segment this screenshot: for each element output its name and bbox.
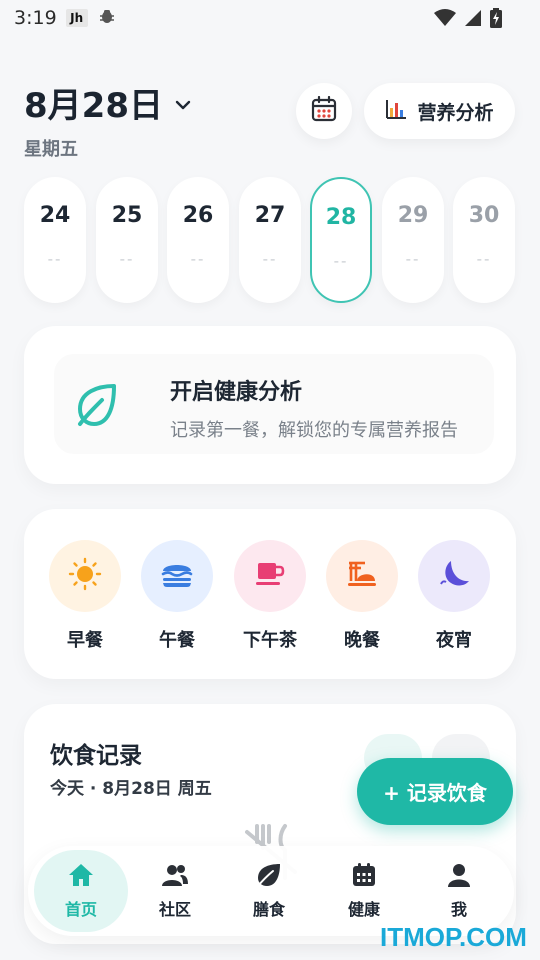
day-value: --: [405, 250, 421, 268]
date-selector[interactable]: 8月28日: [24, 78, 191, 127]
nav-label: 社区: [158, 900, 191, 919]
nav-label: 我: [450, 900, 467, 919]
day-value: --: [47, 250, 63, 268]
day-number: 24: [39, 203, 71, 228]
date-title: 8月28日: [24, 86, 163, 126]
bar-chart-icon: [385, 98, 407, 124]
meal-afternoon-tea[interactable]: 下午茶: [234, 540, 306, 652]
meal-label: 午餐: [159, 630, 195, 651]
bug-icon: [98, 7, 116, 29]
day-value: --: [262, 250, 278, 268]
nav-label: 首页: [64, 900, 97, 919]
home-icon: [67, 862, 95, 892]
calendar-button[interactable]: [296, 83, 352, 139]
watermark: ITMOP.COM: [380, 922, 527, 952]
record-food-fab[interactable]: + 记录饮食: [357, 758, 513, 825]
leaf-icon: [72, 382, 120, 432]
cup-icon: [253, 559, 287, 593]
food-record-date: 今天 · 8月28日 周五: [50, 779, 212, 799]
nav-home[interactable]: 首页: [34, 850, 128, 932]
signal-icon: [464, 9, 482, 31]
weekday-label: 星期五: [24, 139, 78, 160]
health-calendar-icon: [351, 862, 377, 892]
nav-label: 健康: [347, 900, 380, 919]
day-number: 28: [325, 205, 357, 230]
status-bar: 3:19 Jh: [0, 0, 540, 36]
day-pill[interactable]: 30 --: [453, 177, 515, 303]
meal-label: 晚餐: [344, 630, 380, 651]
nav-health[interactable]: 健康: [317, 850, 411, 932]
battery-charging-icon: [490, 8, 502, 32]
meal-label: 早餐: [67, 630, 103, 651]
day-value: --: [119, 250, 135, 268]
meal-breakfast[interactable]: 早餐: [49, 540, 121, 652]
meal-circle: [49, 540, 121, 612]
day-number: 29: [397, 203, 429, 228]
food-record-title: 饮食记录: [50, 743, 142, 769]
day-value: --: [476, 250, 492, 268]
nav-diet[interactable]: 膳食: [222, 850, 316, 932]
meal-dinner[interactable]: 晚餐: [326, 540, 398, 652]
day-pill[interactable]: 24 --: [24, 177, 86, 303]
meal-label: 下午茶: [243, 630, 297, 651]
meal-lunch[interactable]: 午餐: [141, 540, 213, 652]
day-number: 26: [182, 203, 214, 228]
meal-circle: [326, 540, 398, 612]
health-analysis-card[interactable]: 开启健康分析 记录第一餐，解锁您的专属营养报告: [24, 326, 516, 484]
meal-label: 夜宵: [436, 630, 472, 651]
burger-icon: [160, 559, 194, 593]
sun-icon: [68, 557, 102, 595]
day-pill[interactable]: 29 --: [382, 177, 444, 303]
nav-me[interactable]: 我: [412, 850, 506, 932]
meal-circle: [141, 540, 213, 612]
day-number: 30: [468, 203, 500, 228]
app-notification-icon: Jh: [65, 9, 88, 27]
nutrition-analysis-button[interactable]: 营养分析: [364, 83, 515, 139]
meal-circle: [234, 540, 306, 612]
meal-circle: [418, 540, 490, 612]
day-value: --: [333, 252, 349, 270]
day-pill[interactable]: 25 --: [96, 177, 158, 303]
date-header: 8月28日 星期五: [24, 78, 191, 161]
health-card-description: 记录第一餐，解锁您的专属营养报告: [170, 420, 458, 441]
meal-type-card: 早餐 午餐 下午茶 晚餐 夜宵: [24, 509, 516, 679]
nutrition-analysis-label: 营养分析: [417, 101, 494, 124]
day-pill[interactable]: 27 --: [239, 177, 301, 303]
calendar-icon: [311, 95, 337, 126]
wifi-icon: [434, 9, 456, 31]
status-time: 3:19: [14, 7, 57, 29]
day-strip: 24 -- 25 -- 26 -- 27 -- 28 -- 29 -- 30 -…: [24, 177, 516, 303]
noodle-bowl-icon: [345, 559, 379, 593]
diet-leaf-icon: [255, 862, 283, 892]
day-number: 25: [111, 203, 143, 228]
day-value: --: [190, 250, 206, 268]
day-pill[interactable]: 26 --: [167, 177, 229, 303]
health-card-title: 开启健康分析: [170, 380, 303, 405]
day-number: 27: [254, 203, 286, 228]
nav-label: 膳食: [252, 900, 285, 919]
day-pill-selected[interactable]: 28 --: [310, 177, 372, 303]
community-icon: [161, 862, 189, 892]
moon-icon: [437, 558, 471, 594]
person-icon: [446, 862, 472, 892]
meal-late-night[interactable]: 夜宵: [418, 540, 490, 652]
nav-community[interactable]: 社区: [128, 850, 222, 932]
chevron-down-icon[interactable]: [175, 95, 191, 114]
